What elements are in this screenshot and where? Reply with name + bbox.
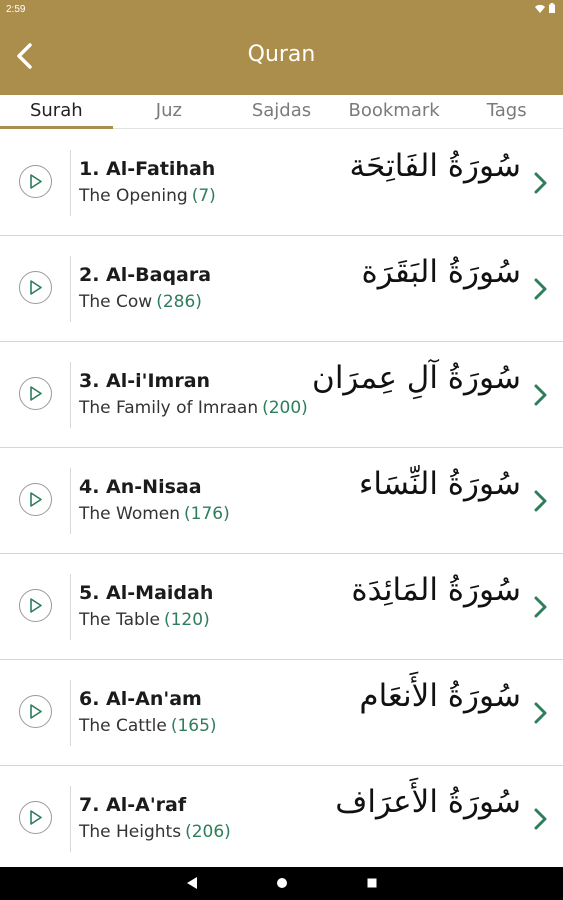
surah-row[interactable]: 5. Al-Maidah The Table (120) سُورَةُ المَ… bbox=[0, 554, 563, 660]
surah-arabic-name: سُورَةُ الأَعرَاف bbox=[335, 784, 521, 820]
surah-name: 3. Al-i'Imran bbox=[79, 370, 211, 392]
chevron-right-icon[interactable] bbox=[533, 488, 549, 514]
play-button[interactable] bbox=[19, 165, 52, 198]
surah-name: 4. An-Nisaa bbox=[79, 476, 202, 498]
play-button[interactable] bbox=[19, 801, 52, 834]
row-divider bbox=[70, 362, 71, 428]
surah-list: 1. Al-Fatihah The Opening (7) سُورَةُ الف… bbox=[0, 130, 563, 867]
chevron-right-icon[interactable] bbox=[533, 700, 549, 726]
play-icon bbox=[30, 704, 42, 719]
play-icon bbox=[30, 386, 42, 401]
surah-meaning-line: The Heights (206) bbox=[79, 822, 231, 842]
surah-verse-count: (206) bbox=[185, 822, 231, 842]
surah-arabic-name: سُورَةُ الفَاتِحَة bbox=[349, 148, 522, 184]
row-divider bbox=[70, 256, 71, 322]
wifi-icon bbox=[535, 4, 545, 13]
status-time: 2:59 bbox=[6, 4, 26, 15]
surah-arabic-name: سُورَةُ الأَنعَام bbox=[359, 678, 521, 714]
surah-meaning: The Cow bbox=[79, 292, 153, 312]
surah-row[interactable]: 6. Al-An'am The Cattle (165) سُورَةُ الأَ… bbox=[0, 660, 563, 766]
play-icon bbox=[30, 598, 42, 613]
status-icons bbox=[535, 3, 555, 13]
surah-name: 2. Al-Baqara bbox=[79, 264, 212, 286]
surah-meaning: The Family of Imraan bbox=[79, 398, 259, 418]
play-button[interactable] bbox=[19, 589, 52, 622]
surah-name: 5. Al-Maidah bbox=[79, 582, 214, 604]
play-button[interactable] bbox=[19, 695, 52, 728]
surah-meaning: The Cattle bbox=[79, 716, 167, 736]
surah-meaning: The Women bbox=[79, 504, 181, 524]
page-title: Quran bbox=[247, 42, 316, 67]
tab-tags[interactable]: Tags bbox=[450, 95, 563, 128]
row-divider bbox=[70, 468, 71, 534]
chevron-right-icon[interactable] bbox=[533, 276, 549, 302]
surah-row[interactable]: 3. Al-i'Imran The Family of Imraan (200) … bbox=[0, 342, 563, 448]
surah-arabic-name: سُورَةُ آلِ عِمرَان bbox=[312, 360, 521, 396]
surah-verse-count: (120) bbox=[163, 610, 210, 630]
system-nav-bar bbox=[0, 867, 563, 900]
back-triangle-icon[interactable] bbox=[186, 876, 198, 890]
surah-name: 1. Al-Fatihah bbox=[79, 158, 216, 180]
surah-row[interactable]: 1. Al-Fatihah The Opening (7) سُورَةُ الف… bbox=[0, 130, 563, 236]
surah-verse-count: (200) bbox=[262, 398, 308, 418]
app-bar: Quran bbox=[0, 20, 563, 95]
surah-meaning: The Table bbox=[79, 610, 160, 630]
home-circle-icon[interactable] bbox=[276, 876, 288, 890]
tab-bar: Surah Juz Sajdas Bookmark Tags bbox=[0, 95, 563, 129]
surah-verse-count: (176) bbox=[184, 504, 230, 524]
status-bar: 2:59 bbox=[0, 0, 563, 20]
chevron-right-icon[interactable] bbox=[533, 170, 549, 196]
tab-juz[interactable]: Juz bbox=[113, 95, 226, 128]
surah-arabic-name: سُورَةُ البَقَرَة bbox=[361, 254, 522, 290]
tab-sajdas[interactable]: Sajdas bbox=[225, 95, 338, 128]
battery-icon bbox=[549, 3, 555, 13]
row-divider bbox=[70, 574, 71, 640]
surah-row[interactable]: 2. Al-Baqara The Cow (286) سُورَةُ البَقَ… bbox=[0, 236, 563, 342]
play-button[interactable] bbox=[19, 271, 52, 304]
row-divider bbox=[70, 786, 71, 852]
surah-verse-count: (165) bbox=[170, 716, 217, 736]
surah-meaning-line: The Cow (286) bbox=[79, 292, 202, 312]
row-divider bbox=[70, 150, 71, 216]
surah-meaning-line: The Family of Imraan (200) bbox=[79, 398, 308, 418]
row-divider bbox=[70, 680, 71, 746]
chevron-right-icon[interactable] bbox=[533, 594, 549, 620]
surah-meaning-line: The Opening (7) bbox=[79, 186, 216, 206]
play-button[interactable] bbox=[19, 483, 52, 516]
surah-meaning: The Heights bbox=[79, 822, 182, 842]
surah-arabic-name: سُورَةُ النِّسَاء bbox=[358, 466, 521, 502]
tab-bookmark[interactable]: Bookmark bbox=[338, 95, 451, 128]
surah-arabic-name: سُورَةُ المَائِدَة bbox=[351, 572, 521, 608]
chevron-right-icon[interactable] bbox=[533, 382, 549, 408]
surah-meaning-line: The Table (120) bbox=[79, 610, 210, 630]
chevron-right-icon[interactable] bbox=[533, 806, 549, 832]
play-icon bbox=[30, 492, 42, 507]
surah-meaning: The Opening bbox=[79, 186, 188, 206]
tab-surah[interactable]: Surah bbox=[0, 95, 113, 129]
surah-row[interactable]: 4. An-Nisaa The Women (176) سُورَةُ النِّ… bbox=[0, 448, 563, 554]
play-button[interactable] bbox=[19, 377, 52, 410]
surah-name: 6. Al-An'am bbox=[79, 688, 202, 710]
play-icon bbox=[30, 174, 42, 189]
recents-square-icon[interactable] bbox=[366, 876, 378, 890]
surah-verse-count: (286) bbox=[156, 292, 202, 312]
surah-meaning-line: The Cattle (165) bbox=[79, 716, 217, 736]
surah-verse-count: (7) bbox=[191, 186, 216, 206]
surah-meaning-line: The Women (176) bbox=[79, 504, 230, 524]
play-icon bbox=[30, 280, 42, 295]
surah-row[interactable]: 7. Al-A'raf The Heights (206) سُورَةُ الأ… bbox=[0, 766, 563, 867]
surah-name: 7. Al-A'raf bbox=[79, 794, 187, 816]
play-icon bbox=[30, 810, 42, 825]
